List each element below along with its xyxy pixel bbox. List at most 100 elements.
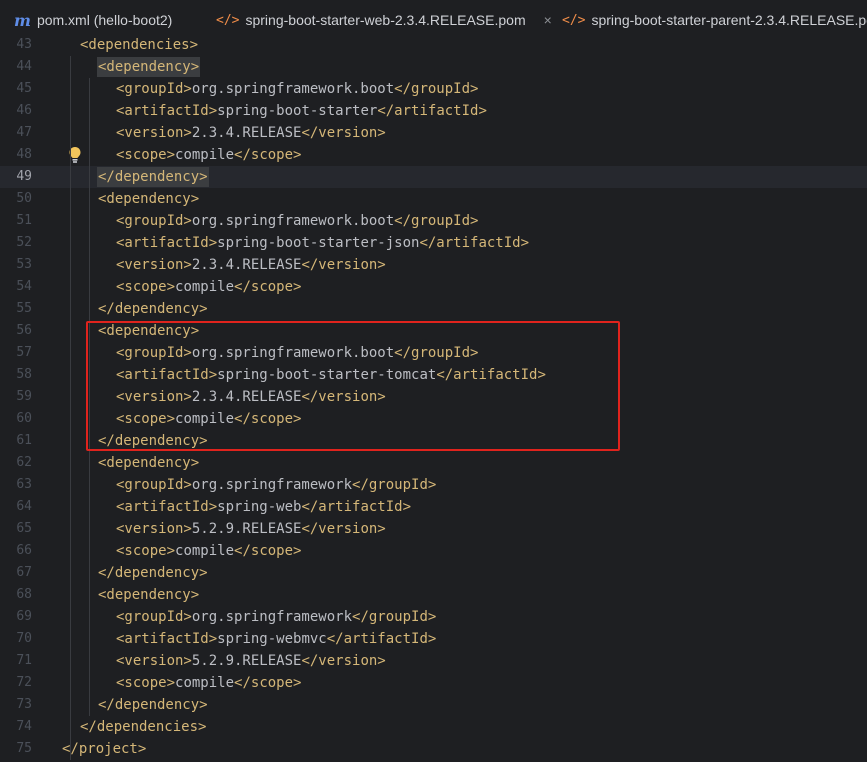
close-icon[interactable]: × (544, 12, 552, 28)
xml-tag: </dependencies> (80, 719, 207, 735)
code-text: <dependency> (98, 452, 199, 474)
xml-tag: </scope> (234, 543, 302, 559)
line-number: 52 (16, 235, 32, 250)
xml-text: spring-boot-starter-tomcat (217, 367, 437, 383)
xml-text: org.springframework.boot (191, 213, 395, 229)
code-line[interactable]: 67 </dependency> (0, 562, 867, 584)
tab-label: spring-boot-starter-web-2.3.4.RELEASE.po… (245, 12, 526, 28)
code-line[interactable]: 46 <artifactId>spring-boot-starter</artif… (0, 100, 867, 122)
xml-tag: </version> (301, 521, 386, 537)
code-line[interactable]: 54 <scope>compile</scope> (0, 276, 867, 298)
code-line[interactable]: 62 <dependency> (0, 452, 867, 474)
line-number: 53 (16, 257, 32, 272)
line-number: 71 (16, 653, 32, 668)
code-text: </dependency> (98, 430, 208, 452)
line-number: 74 (16, 719, 32, 734)
code-line[interactable]: 47 <version>2.3.4.RELEASE</version> (0, 122, 867, 144)
code-line[interactable]: 70 <artifactId>spring-webmvc</artifactId> (0, 628, 867, 650)
xml-tag: <version> (116, 125, 192, 141)
code-line[interactable]: 53 <version>2.3.4.RELEASE</version> (0, 254, 867, 276)
xml-tag: </groupId> (394, 81, 479, 97)
code-text: <dependencies> (80, 34, 198, 56)
xml-tag: </groupId> (394, 345, 479, 361)
xml-tag: <dependency> (98, 587, 200, 603)
xml-text: org.springframework (191, 477, 353, 493)
code-line[interactable]: 65 <version>5.2.9.RELEASE</version> (0, 518, 867, 540)
xml-file-icon: </> (216, 12, 240, 28)
xml-text: spring-webmvc (217, 631, 327, 647)
xml-tag: <version> (116, 389, 192, 405)
xml-text: 2.3.4.RELEASE (191, 125, 302, 141)
code-line[interactable]: 51 <groupId>org.springframework.boot</gro… (0, 210, 867, 232)
line-number: 60 (16, 411, 32, 426)
code-text: <groupId>org.springframework.boot</group… (116, 78, 478, 100)
code-text: <groupId>org.springframework.boot</group… (116, 210, 478, 232)
xml-tag: <groupId> (116, 81, 192, 97)
code-editor[interactable]: 43 <dependencies> 44 <dependency> 45 <groupId… (0, 34, 867, 762)
line-number: 56 (16, 323, 32, 338)
code-line[interactable]: 75 </project> (0, 738, 867, 760)
code-text: <version>5.2.9.RELEASE</version> (116, 650, 386, 672)
code-text: <artifactId>spring-boot-starter-json</ar… (116, 232, 529, 254)
code-text: </dependency> (98, 298, 208, 320)
line-number: 72 (16, 675, 32, 690)
code-line[interactable]: 71 <version>5.2.9.RELEASE</version> (0, 650, 867, 672)
code-text: <version>2.3.4.RELEASE</version> (116, 254, 386, 276)
code-line[interactable]: 49 </dependency> (0, 166, 867, 188)
tab-label: pom.xml (hello-boot2) (36, 12, 173, 28)
code-line[interactable]: 66 <scope>compile</scope> (0, 540, 867, 562)
xml-tag: </scope> (234, 675, 302, 691)
xml-text: spring-boot-starter-json (217, 235, 420, 251)
xml-file-icon: </> (562, 12, 586, 28)
code-line[interactable]: 57 <groupId>org.springframework.boot</gro… (0, 342, 867, 364)
line-number: 49 (16, 169, 32, 184)
line-number: 68 (16, 587, 32, 602)
xml-tag: </groupId> (352, 477, 437, 493)
code-text: </dependency> (98, 166, 208, 188)
code-line[interactable]: 64 <artifactId>spring-web</artifactId> (0, 496, 867, 518)
code-line[interactable]: 58 <artifactId>spring-boot-starter-tomcat… (0, 364, 867, 386)
xml-tag: </artifactId> (301, 499, 412, 515)
line-number: 57 (16, 345, 32, 360)
code-line[interactable]: 43 <dependencies> (0, 34, 867, 56)
code-line[interactable]: 63 <groupId>org.springframework</groupId> (0, 474, 867, 496)
xml-tag: <artifactId> (116, 103, 218, 119)
code-line[interactable]: 55 </dependency> (0, 298, 867, 320)
xml-text: org.springframework.boot (191, 81, 395, 97)
code-line[interactable]: 56 <dependency> (0, 320, 867, 342)
xml-text: 5.2.9.RELEASE (191, 521, 302, 537)
code-line[interactable]: 73 </dependency> (0, 694, 867, 716)
xml-tag: <artifactId> (116, 499, 218, 515)
xml-tag: <scope> (116, 279, 176, 295)
line-number: 43 (16, 37, 32, 52)
code-line[interactable]: 68 <dependency> (0, 584, 867, 606)
code-line[interactable]: 50 <dependency> (0, 188, 867, 210)
xml-tag: </artifactId> (419, 235, 530, 251)
xml-tag: </groupId> (394, 213, 479, 229)
code-line[interactable]: 69 <groupId>org.springframework</groupId> (0, 606, 867, 628)
xml-tag: </dependency> (98, 169, 208, 185)
code-line[interactable]: 52 <artifactId>spring-boot-starter-json</… (0, 232, 867, 254)
xml-text: compile (175, 279, 235, 295)
code-line[interactable]: 48 <scope>compile</scope> (0, 144, 867, 166)
code-line[interactable]: 72 <scope>compile</scope> (0, 672, 867, 694)
code-line[interactable]: 59 <version>2.3.4.RELEASE</version> (0, 386, 867, 408)
line-number: 47 (16, 125, 32, 140)
xml-tag: <dependency> (98, 59, 200, 75)
xml-text: compile (175, 675, 235, 691)
line-number: 61 (16, 433, 32, 448)
code-text: <groupId>org.springframework</groupId> (116, 606, 436, 628)
xml-tag: <artifactId> (116, 631, 218, 647)
code-text: <artifactId>spring-boot-starter</artifac… (116, 100, 487, 122)
line-number: 54 (16, 279, 32, 294)
code-line[interactable]: 44 <dependency> (0, 56, 867, 78)
code-line[interactable]: 74 </dependencies> (0, 716, 867, 738)
xml-tag: <dependency> (98, 455, 200, 471)
code-line[interactable]: 45 <groupId>org.springframework.boot</gro… (0, 78, 867, 100)
code-text: <dependency> (98, 584, 199, 606)
code-line[interactable]: 60 <scope>compile</scope> (0, 408, 867, 430)
xml-text: compile (175, 543, 235, 559)
code-text: <scope>compile</scope> (116, 276, 301, 298)
xml-tag: <groupId> (116, 477, 192, 493)
code-line[interactable]: 61 </dependency> (0, 430, 867, 452)
